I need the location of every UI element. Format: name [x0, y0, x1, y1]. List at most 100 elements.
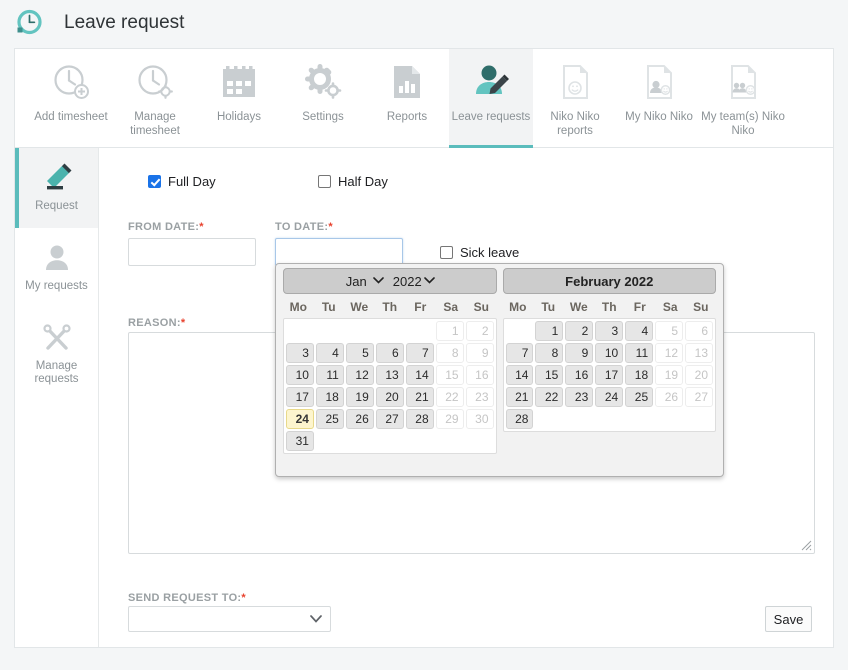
month-select[interactable]: JanFebMarAprMayJunJulAugSepOctNovDec — [341, 273, 387, 289]
left-sidebar: Request My requests Manage requests — [15, 148, 99, 647]
day-4[interactable]: 4 — [625, 321, 654, 341]
day-13: 13 — [685, 343, 713, 363]
to-date-input[interactable] — [275, 238, 403, 266]
day-13[interactable]: 13 — [375, 365, 404, 385]
year-select-wrapper[interactable]: 20202021202220232024 — [388, 273, 438, 289]
day-8[interactable]: 8 — [535, 343, 564, 363]
day-25[interactable]: 25 — [315, 409, 344, 429]
date-picker-right-title: February 2022 — [565, 273, 654, 289]
tab-add-timesheet[interactable]: Add timesheet — [29, 49, 113, 147]
day-7[interactable]: 7 — [505, 343, 534, 363]
day-5[interactable]: 5 — [345, 343, 374, 363]
full-day-checkbox[interactable] — [148, 175, 161, 188]
tab-label: Niko Niko reports — [550, 111, 600, 137]
day-18[interactable]: 18 — [625, 365, 654, 385]
day-27[interactable]: 27 — [375, 409, 404, 429]
day-2[interactable]: 2 — [565, 321, 594, 341]
day-cell: 27 — [684, 386, 714, 408]
day-15[interactable]: 15 — [535, 365, 564, 385]
day-cell: 3 — [594, 320, 624, 342]
month-select-wrapper[interactable]: JanFebMarAprMayJunJulAugSepOctNovDec — [341, 273, 387, 289]
weekday-header-row: Mo Tu We Th Fr Sa Su — [503, 297, 717, 318]
date-picker-right-header: February 2022 — [502, 268, 716, 294]
day-8: 8 — [435, 343, 464, 363]
year-select[interactable]: 20202021202220232024 — [388, 273, 438, 289]
from-date-input[interactable] — [128, 238, 256, 266]
day-cell: 9 — [564, 342, 594, 364]
day-cell: 5 — [654, 320, 684, 342]
tab-settings[interactable]: Settings — [281, 49, 365, 147]
day-cell: 4 — [624, 320, 654, 342]
sick-leave-checkbox-row[interactable]: Sick leave — [440, 245, 519, 260]
day-cell: 8 — [435, 342, 465, 364]
resize-grip-icon[interactable] — [798, 537, 812, 551]
day-7[interactable]: 7 — [405, 343, 434, 363]
tab-manage-timesheet[interactable]: Manage timesheet — [113, 49, 197, 147]
day-9[interactable]: 9 — [565, 343, 594, 363]
sidebar-item-label: My requests — [25, 280, 88, 292]
day-3[interactable]: 3 — [595, 321, 624, 341]
day-24[interactable]: 24 — [286, 409, 314, 429]
half-day-checkbox[interactable] — [318, 175, 331, 188]
from-date-group: FROM DATE:* — [128, 218, 256, 266]
day-10[interactable]: 10 — [286, 365, 314, 385]
tab-label: Leave requests — [451, 111, 531, 123]
day-25[interactable]: 25 — [625, 387, 654, 407]
day-28[interactable]: 28 — [405, 409, 434, 429]
day-26[interactable]: 26 — [345, 409, 374, 429]
day-cell: 13 — [684, 342, 714, 364]
day-17[interactable]: 17 — [595, 365, 624, 385]
sidebar-item-request[interactable]: Request — [15, 148, 98, 228]
day-10[interactable]: 10 — [595, 343, 624, 363]
day-22: 22 — [435, 387, 464, 407]
day-cell-empty — [315, 320, 345, 342]
day-16[interactable]: 16 — [565, 365, 594, 385]
day-23[interactable]: 23 — [565, 387, 594, 407]
sick-leave-checkbox[interactable] — [440, 246, 453, 259]
day-3[interactable]: 3 — [286, 343, 314, 363]
tab-niko-niko-reports[interactable]: Niko Niko reports — [533, 49, 617, 147]
day-14[interactable]: 14 — [405, 365, 434, 385]
day-17[interactable]: 17 — [286, 387, 314, 407]
day-cell: 19 — [654, 364, 684, 386]
day-22[interactable]: 22 — [535, 387, 564, 407]
weekday-label: We — [350, 300, 369, 314]
day-11[interactable]: 11 — [625, 343, 654, 363]
day-24[interactable]: 24 — [595, 387, 624, 407]
weekday-label: Su — [473, 300, 489, 314]
tab-my-teams-niko-niko[interactable]: My team(s) Niko Niko — [701, 49, 785, 147]
full-day-checkbox-row[interactable]: Full Day — [148, 174, 216, 189]
tab-leave-requests[interactable]: Leave requests — [449, 49, 533, 148]
day-4[interactable]: 4 — [315, 343, 344, 363]
day-11[interactable]: 11 — [315, 365, 344, 385]
day-12: 12 — [655, 343, 684, 363]
day-31[interactable]: 31 — [286, 431, 314, 451]
day-12[interactable]: 12 — [345, 365, 374, 385]
sidebar-item-manage-requests[interactable]: Manage requests — [15, 308, 98, 388]
day-28[interactable]: 28 — [505, 409, 534, 429]
tab-label: My team(s) Niko Niko — [701, 111, 785, 137]
day-cell: 23 — [465, 386, 495, 408]
half-day-checkbox-row[interactable]: Half Day — [318, 174, 388, 189]
sidebar-item-my-requests[interactable]: My requests — [15, 228, 98, 308]
day-cell: 17 — [285, 386, 315, 408]
tab-holidays[interactable]: Holidays — [197, 49, 281, 147]
tab-reports[interactable]: Reports — [365, 49, 449, 147]
day-14[interactable]: 14 — [505, 365, 534, 385]
app-header: Leave request — [0, 0, 848, 45]
day-1[interactable]: 1 — [535, 321, 564, 341]
day-cell: 26 — [654, 386, 684, 408]
weekday-label: Tu — [541, 300, 556, 314]
day-20[interactable]: 20 — [375, 387, 404, 407]
to-date-label: TO DATE:* — [275, 221, 333, 233]
day-21[interactable]: 21 — [505, 387, 534, 407]
save-button[interactable]: Save — [765, 606, 812, 632]
weekday-label: Tu — [321, 300, 336, 314]
day-18[interactable]: 18 — [315, 387, 344, 407]
reason-label: REASON:* — [128, 317, 186, 329]
tab-my-niko-niko[interactable]: My Niko Niko — [617, 49, 701, 147]
day-21[interactable]: 21 — [405, 387, 434, 407]
day-6[interactable]: 6 — [375, 343, 404, 363]
day-19[interactable]: 19 — [345, 387, 374, 407]
send-request-to-select[interactable] — [128, 606, 331, 632]
